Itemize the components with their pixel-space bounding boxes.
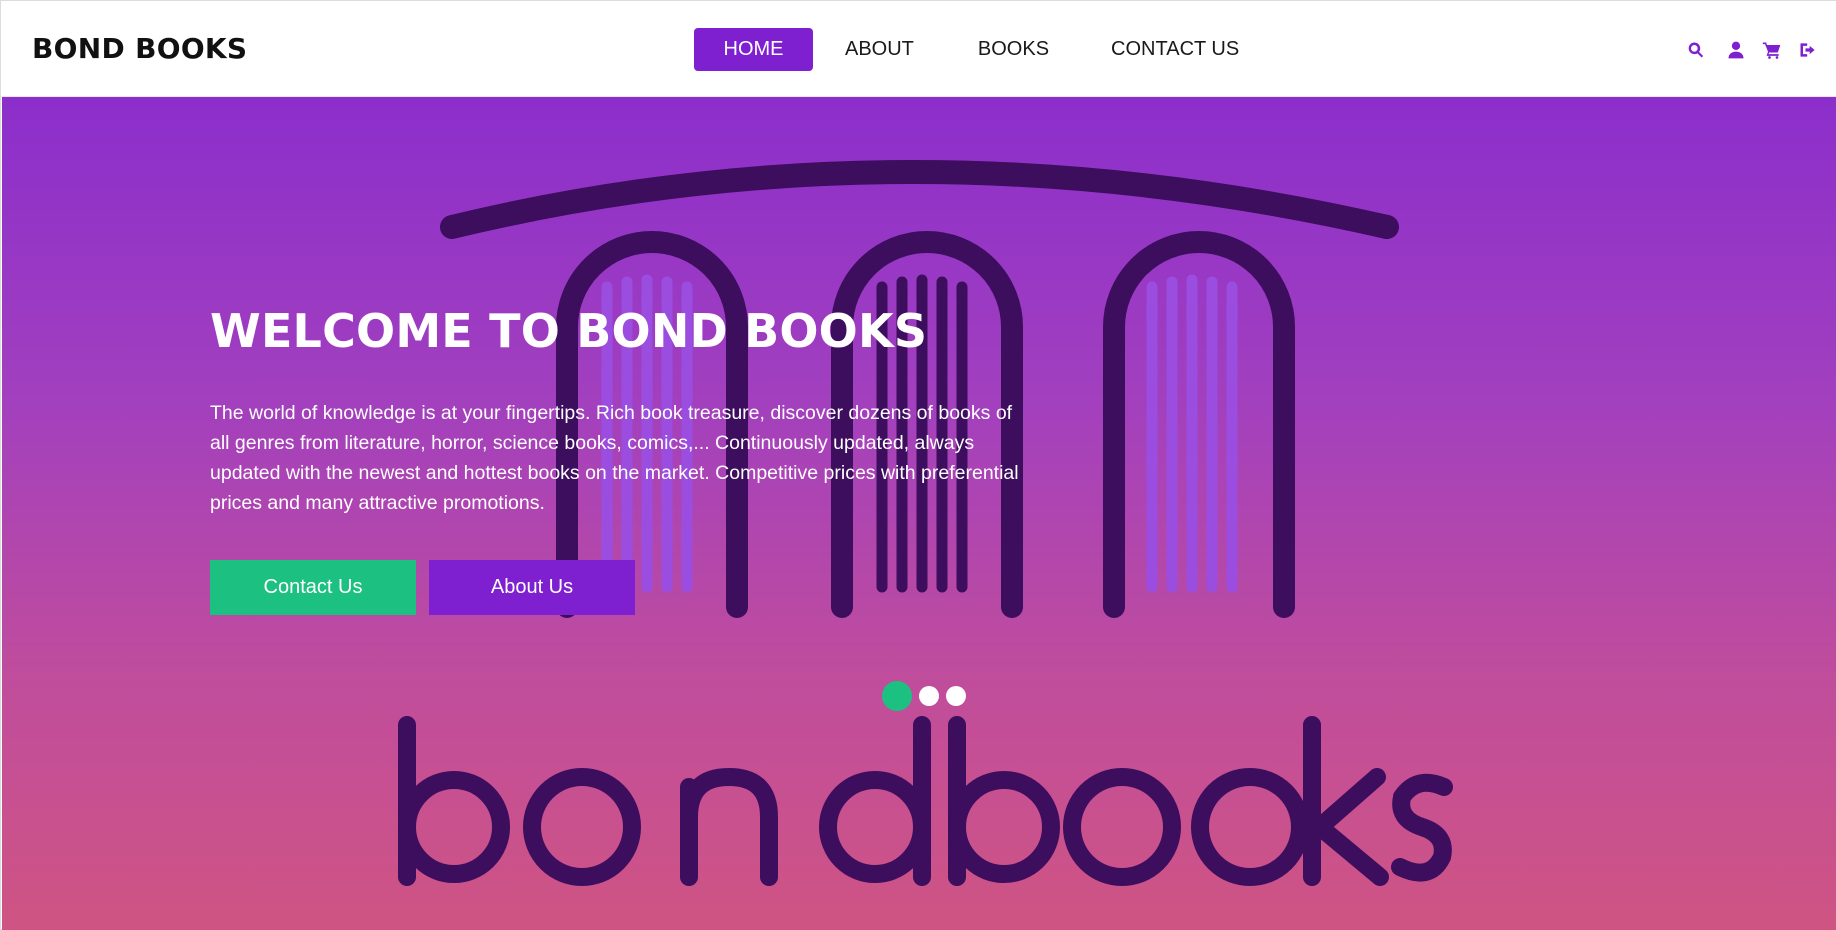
nav-about[interactable]: ABOUT: [845, 28, 914, 71]
nav-contact-us[interactable]: CONTACT US: [1111, 28, 1239, 71]
hero-title: WELCOME TO BOND BOOKS: [210, 304, 928, 358]
cart-icon[interactable]: [1761, 39, 1783, 61]
nav-books[interactable]: BOOKS: [978, 28, 1049, 71]
hero-content: WELCOME TO BOND BOOKS The world of knowl…: [210, 304, 1030, 615]
contact-us-button[interactable]: Contact Us: [210, 560, 416, 615]
carousel-dot-1[interactable]: [882, 681, 912, 711]
carousel-dot-2[interactable]: [919, 686, 939, 706]
navbar: BOND BOOKS HOME ABOUT BOOKS CONTACT US: [1, 1, 1836, 97]
main-nav: HOME ABOUT BOOKS CONTACT US: [694, 28, 1239, 71]
sign-out-icon[interactable]: [1797, 39, 1819, 61]
hero-buttons: Contact Us About Us: [210, 560, 1030, 615]
hero-description: The world of knowledge is at your finger…: [210, 402, 1019, 514]
about-us-button[interactable]: About Us: [429, 560, 635, 615]
page: BOND BOOKS HOME ABOUT BOOKS CONTACT US W…: [0, 0, 1836, 930]
user-icon[interactable]: [1725, 39, 1747, 61]
carousel-indicators: [882, 681, 966, 711]
header-icons: [1685, 39, 1819, 61]
nav-home[interactable]: HOME: [694, 28, 813, 71]
carousel-dot-3[interactable]: [946, 686, 966, 706]
hero-banner: WELCOME TO BOND BOOKS The world of knowl…: [2, 97, 1836, 930]
search-icon[interactable]: [1685, 39, 1707, 61]
brand-logo[interactable]: BOND BOOKS: [32, 32, 247, 65]
